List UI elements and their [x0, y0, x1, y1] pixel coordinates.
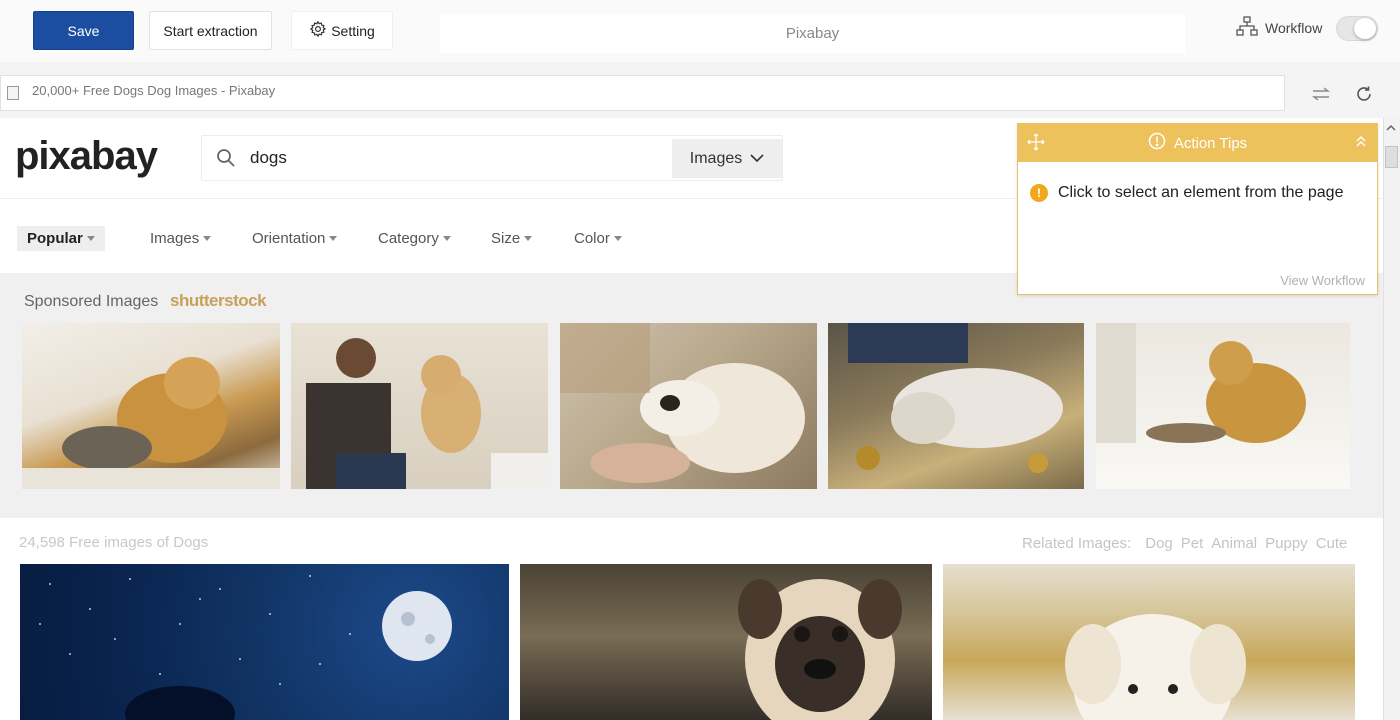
- caret-down-icon: [613, 236, 622, 241]
- workflow-text: Workflow: [1265, 19, 1323, 36]
- filter-images[interactable]: Images: [150, 230, 212, 247]
- filter-label: Size: [491, 230, 521, 247]
- chevron-down-icon: [750, 150, 764, 168]
- filter-color[interactable]: Color: [574, 230, 622, 247]
- caret-down-icon: [524, 236, 533, 241]
- filter-popular[interactable]: Popular: [17, 226, 105, 251]
- results-count: 24,598 Free images of Dogs: [19, 534, 209, 551]
- workflow-label: Workflow: [1236, 16, 1322, 39]
- filter-size[interactable]: Size: [491, 230, 533, 247]
- filter-label: Orientation: [252, 230, 326, 247]
- start-extraction-button[interactable]: Start extraction: [149, 11, 272, 50]
- document-icon: [7, 86, 19, 100]
- drag-handle-icon[interactable]: [1026, 132, 1046, 156]
- filter-label: Color: [574, 230, 610, 247]
- sponsored-image[interactable]: [560, 323, 817, 489]
- sponsored-image[interactable]: [22, 323, 280, 489]
- refresh-icon[interactable]: [1353, 83, 1375, 105]
- setting-label: Setting: [331, 22, 375, 39]
- scroll-up-arrow-icon[interactable]: [1385, 120, 1397, 131]
- sponsored-section: Sponsored Images shutterstock: [0, 273, 1383, 518]
- tab-title: 20,000+ Free Dogs Dog Images - Pixabay: [32, 83, 276, 98]
- search-type-dropdown[interactable]: Images: [672, 139, 782, 178]
- action-tips-text: Click to select an element from the page: [1058, 184, 1344, 201]
- related-images: Related Images: Dog Pet Animal Puppy Cut…: [1022, 535, 1347, 552]
- related-tag[interactable]: Animal: [1211, 535, 1257, 552]
- action-tips-header: Action Tips: [1018, 124, 1377, 162]
- related-tag[interactable]: Pet: [1181, 535, 1204, 552]
- related-tag[interactable]: Dog: [1145, 535, 1173, 552]
- search-input[interactable]: dogs: [250, 148, 287, 168]
- result-image[interactable]: [20, 564, 509, 720]
- shutterstock-logo[interactable]: shutterstock: [170, 291, 267, 311]
- top-toolbar: Save Start extraction Setting Pixabay Wo…: [0, 0, 1400, 62]
- result-image[interactable]: [520, 564, 932, 720]
- caret-down-icon: [203, 236, 212, 241]
- workflow-icon: [1236, 16, 1258, 39]
- sponsored-label: Sponsored Images: [24, 293, 159, 310]
- collapse-icon[interactable]: [1355, 134, 1367, 152]
- related-label: Related Images:: [1022, 535, 1132, 552]
- action-tips-message: ! Click to select an element from the pa…: [1030, 184, 1343, 202]
- filter-category[interactable]: Category: [378, 230, 451, 247]
- scrollbar-thumb[interactable]: [1385, 146, 1398, 168]
- setting-button[interactable]: Setting: [291, 11, 393, 50]
- warning-icon: !: [1030, 184, 1048, 202]
- page-scrollbar[interactable]: [1383, 118, 1400, 720]
- save-button[interactable]: Save: [33, 11, 134, 50]
- sponsored-image[interactable]: [1096, 323, 1350, 489]
- gear-icon: [309, 20, 327, 41]
- swap-icon[interactable]: [1310, 83, 1332, 105]
- action-tips-title: Action Tips: [1173, 134, 1248, 152]
- info-icon: [1148, 132, 1166, 154]
- caret-down-icon: [329, 236, 338, 241]
- related-tag[interactable]: Puppy: [1265, 535, 1308, 552]
- caret-down-icon: [86, 236, 95, 241]
- search-box[interactable]: dogs Images: [201, 135, 783, 181]
- page-title-field: Pixabay: [440, 14, 1185, 53]
- search-type-label: Images: [689, 149, 743, 167]
- sponsored-image[interactable]: [291, 323, 548, 489]
- address-bar: 20,000+ Free Dogs Dog Images - Pixabay: [0, 75, 1285, 111]
- search-icon: [216, 148, 236, 173]
- filter-label: Popular: [27, 230, 83, 247]
- pixabay-logo[interactable]: pixabay: [15, 134, 158, 179]
- action-tips-panel: Action Tips ! Click to select an element…: [1017, 123, 1378, 295]
- workflow-toggle[interactable]: [1336, 16, 1378, 41]
- filter-label: Images: [150, 230, 200, 247]
- sponsored-image[interactable]: [828, 323, 1084, 489]
- filter-label: Category: [378, 230, 439, 247]
- view-workflow-link[interactable]: View Workflow: [1280, 273, 1365, 288]
- related-tag[interactable]: Cute: [1316, 535, 1348, 552]
- result-image[interactable]: [943, 564, 1355, 720]
- caret-down-icon: [442, 236, 451, 241]
- filter-orientation[interactable]: Orientation: [252, 230, 338, 247]
